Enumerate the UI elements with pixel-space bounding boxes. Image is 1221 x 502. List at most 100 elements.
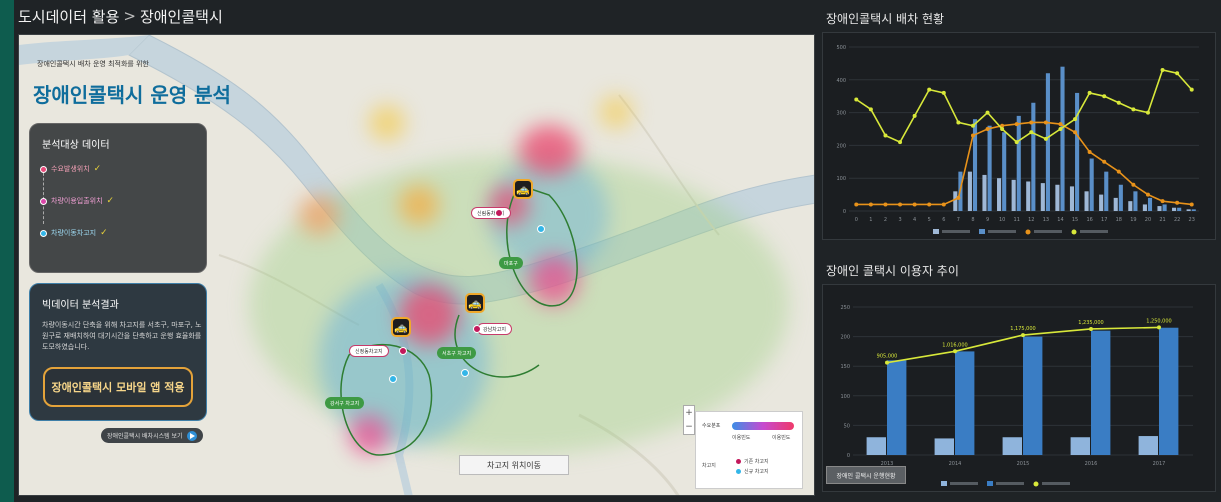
green-region-tag: 강서구 차고지 xyxy=(325,397,365,409)
zoom-out-button[interactable]: − xyxy=(684,420,694,434)
zoom-in-button[interactable]: + xyxy=(684,406,694,420)
garage-pin-label: 강남차고지 xyxy=(477,323,513,335)
legend-label-placeholder xyxy=(996,482,1024,485)
users-chart-svg: 905,000 1,016,000 1,175,000 1,235,000 1,250,… xyxy=(840,305,1193,487)
analysis-item: 수요발생위치 ✓ xyxy=(40,164,101,174)
chart-point xyxy=(985,127,990,131)
chart-point xyxy=(1087,149,1092,154)
chart-bar xyxy=(982,174,987,211)
garage-marker[interactable] xyxy=(537,225,545,233)
chart-bar xyxy=(1089,158,1094,211)
legend-high: 이용빈도 xyxy=(772,435,791,441)
legend-swatch xyxy=(987,481,993,486)
x-tick-label: 2 xyxy=(884,217,887,223)
chart-point xyxy=(885,360,889,365)
taxi-pin-icon[interactable]: 🚕 xyxy=(391,317,411,337)
users-chart-button[interactable]: 장애인 콜택시 운행현황 xyxy=(826,466,906,484)
x-tick-label: 12 xyxy=(1028,217,1034,223)
x-tick-label: 19 xyxy=(1130,217,1136,223)
x-tick-label: 13 xyxy=(1043,217,1049,223)
garage-marker[interactable] xyxy=(399,347,407,355)
chart-point xyxy=(1102,94,1107,99)
x-tick-label: 15 xyxy=(1072,217,1078,223)
chart-bar xyxy=(1002,437,1022,455)
chart-series-line xyxy=(856,121,1192,206)
analysis-panel-title: 분석대상 데이터 xyxy=(42,140,110,151)
chart-bar xyxy=(1011,179,1016,211)
garage-marker[interactable] xyxy=(495,209,503,217)
y-tick-label: 0 xyxy=(843,209,846,215)
chart-point xyxy=(1116,169,1121,174)
intro-title: 장애인콜택시 운영 분석 xyxy=(33,83,231,107)
y-tick-label: 200 xyxy=(840,335,850,341)
chart-bar xyxy=(1138,436,1158,455)
chart-point xyxy=(1116,100,1121,105)
garage-relocation-button[interactable]: 차고지 위치이동 xyxy=(459,455,569,475)
chart-bar xyxy=(1031,102,1036,211)
x-tick-label: 6 xyxy=(942,217,945,223)
x-tick-label: 4 xyxy=(913,217,916,223)
legend-gradient xyxy=(732,422,794,430)
garage-marker[interactable] xyxy=(473,325,481,333)
chart-point xyxy=(1043,120,1048,125)
chart-point xyxy=(941,90,946,95)
x-tick-label: 21 xyxy=(1159,217,1165,223)
chart-point xyxy=(1160,199,1165,204)
dispatch-chart-title: 장애인콜택시 배차 현황 xyxy=(826,12,945,26)
legend-swatch xyxy=(1071,229,1077,235)
chart-bar xyxy=(1060,66,1065,212)
chart-bar xyxy=(1147,197,1153,211)
chart-point xyxy=(1145,192,1150,197)
chart-bar xyxy=(1075,92,1080,211)
chart-bar xyxy=(1045,73,1050,211)
chart-bar xyxy=(1099,194,1104,211)
y-tick-label: 0 xyxy=(847,453,850,459)
mobile-app-button[interactable]: 장애인콜택시 모바일 앱 적용 xyxy=(43,367,193,407)
garage-marker[interactable] xyxy=(461,369,469,377)
chart-bar xyxy=(1133,191,1138,211)
chart-bar xyxy=(934,438,954,455)
chart-point xyxy=(912,113,917,118)
x-tick-label: 5 xyxy=(928,217,931,223)
chart-bar xyxy=(887,360,907,455)
chart-point xyxy=(1087,90,1092,95)
chart-bar xyxy=(1040,183,1045,211)
analysis-item: 차량이용입출위치 ✓ xyxy=(40,196,114,206)
chart-bar xyxy=(1026,181,1031,211)
chart-point xyxy=(883,202,888,207)
chart-bar xyxy=(953,191,958,211)
legend-marker-icon xyxy=(736,469,741,474)
x-tick-label: 2016 xyxy=(1085,461,1098,467)
chart-bar xyxy=(1104,171,1109,211)
green-region-tag: 서초구 차고지 xyxy=(437,347,477,359)
dispatch-system-play-button[interactable]: 장애인콜택시 배차시스템 보기 xyxy=(101,428,203,443)
taxi-pin-icon[interactable]: 🚕 xyxy=(513,179,533,199)
taxi-pin-icon[interactable]: 🚕 xyxy=(465,293,485,313)
legend-subtitle: 차고지 xyxy=(702,463,716,469)
chart-point xyxy=(854,97,859,102)
x-tick-label: 14 xyxy=(1057,217,1063,223)
x-tick-label: 1 xyxy=(869,217,872,223)
chart-data-label: 1,016,000 xyxy=(942,342,967,348)
garage-marker[interactable] xyxy=(389,375,397,383)
chart-point xyxy=(1073,117,1078,122)
intro-subtitle: 장애인콜택시 배차 운영 최적화를 위한 xyxy=(37,60,149,68)
x-tick-label: 17 xyxy=(1101,217,1107,223)
chart-bar xyxy=(1162,204,1167,211)
chart-bar xyxy=(967,171,972,211)
y-tick-label: 500 xyxy=(836,45,846,51)
legend-swatch xyxy=(1033,481,1039,487)
zoom-control[interactable]: + − xyxy=(683,405,695,435)
chart-point xyxy=(1102,159,1107,164)
y-tick-label: 100 xyxy=(836,176,846,182)
chart-bar xyxy=(1091,330,1111,455)
chart-point xyxy=(912,202,917,207)
breadcrumb-parent[interactable]: 도시데이터 활용 xyxy=(18,6,119,27)
legend-swatch xyxy=(979,229,985,234)
chart-point xyxy=(953,349,957,354)
chart-point xyxy=(1189,87,1194,92)
legend-swatch xyxy=(1025,229,1031,235)
legend-swatch xyxy=(933,229,939,234)
chart-point xyxy=(1043,136,1048,141)
heatmap-map[interactable]: 장애인콜택시 배차 운영 최적화를 위한 장애인콜택시 운영 분석 분석대상 데… xyxy=(18,34,815,496)
